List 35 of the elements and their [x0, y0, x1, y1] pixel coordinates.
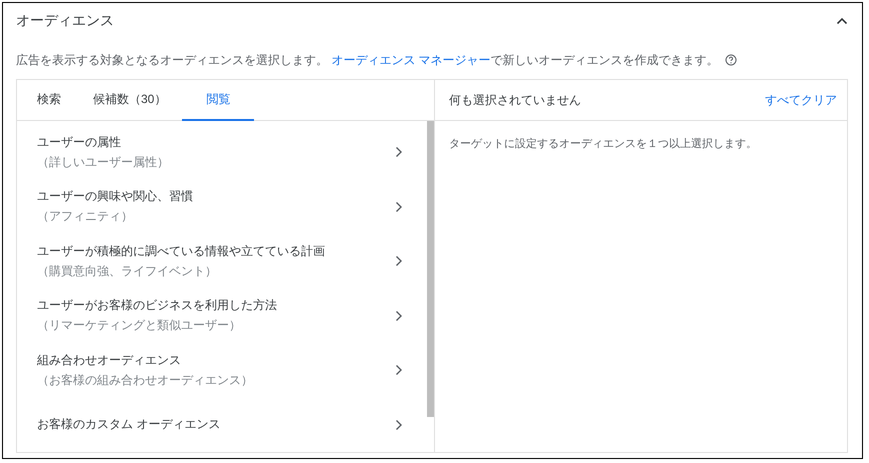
- category-title: お客様のカスタム オーディエンス: [37, 416, 222, 434]
- category-row[interactable]: ユーザーの属性 （詳しいユーザー属性）: [17, 125, 427, 180]
- category-subtitle: （リマーケティングと類似ユーザー）: [37, 317, 242, 334]
- help-icon[interactable]: [724, 54, 737, 66]
- chevron-right-icon: [395, 146, 403, 158]
- chevron-right-icon: [395, 200, 403, 213]
- tab[interactable]: 候補数（30）: [77, 80, 182, 121]
- category-title: ユーザーがお客様のビジネスを利用した方法: [37, 297, 278, 314]
- category-row[interactable]: 組み合わせオーディエンス （お客様の組み合わせオーディエンス）: [17, 343, 427, 398]
- category-subtitle: （詳しいユーザー属性）: [37, 154, 170, 171]
- category-subtitle: （アフィニティ）: [37, 208, 134, 226]
- category-row[interactable]: ユーザーがお客様のビジネスを利用した方法 （リマーケティングと類似ユーザー）: [17, 288, 427, 343]
- chevron-right-icon: [395, 364, 403, 376]
- chevron-right-icon: [395, 255, 403, 268]
- section-title: オーディエンス: [16, 12, 114, 30]
- selection-status: 何も選択されていません: [449, 92, 581, 108]
- category-row[interactable]: ユーザーが積極的に調べている情報や立てている計画 （購買意向強、ライフイベント）: [17, 234, 427, 288]
- category-title: ユーザーの興味や関心、習慣: [37, 188, 194, 206]
- category-title: ユーザーの属性: [37, 134, 122, 151]
- collapse-icon[interactable]: [836, 17, 848, 25]
- description-text: 広告を表示する対象となるオーディエンスを選択します。 オーディエンス マネージャーで新しいオーディエンスを作成できます。: [16, 52, 719, 68]
- category-row[interactable]: ユーザーの興味や関心、習慣 （アフィニティ）: [17, 180, 427, 234]
- category-subtitle: （購買意向強、ライフイベント）: [37, 262, 218, 280]
- selection-hint: ターゲットに設定するオーディエンスを１つ以上選択します。: [448, 136, 758, 152]
- category-subtitle: （お客様の組み合わせオーディエンス）: [37, 372, 254, 389]
- category-title: 組み合わせオーディエンス: [37, 352, 182, 369]
- tab[interactable]: 閲覧: [182, 80, 254, 121]
- category-title: ユーザーが積極的に調べている情報や立てている計画: [37, 242, 326, 260]
- category-row[interactable]: お客様のカスタム オーディエンス: [17, 398, 427, 452]
- chevron-right-icon: [395, 418, 403, 431]
- clear-all-link[interactable]: すべてクリア: [765, 90, 837, 110]
- tab[interactable]: 検索: [21, 80, 77, 121]
- scrollbar-thumb[interactable]: [427, 121, 434, 417]
- chevron-right-icon: [395, 310, 403, 322]
- audience-manager-link[interactable]: オーディエンス マネージャー: [331, 52, 491, 66]
